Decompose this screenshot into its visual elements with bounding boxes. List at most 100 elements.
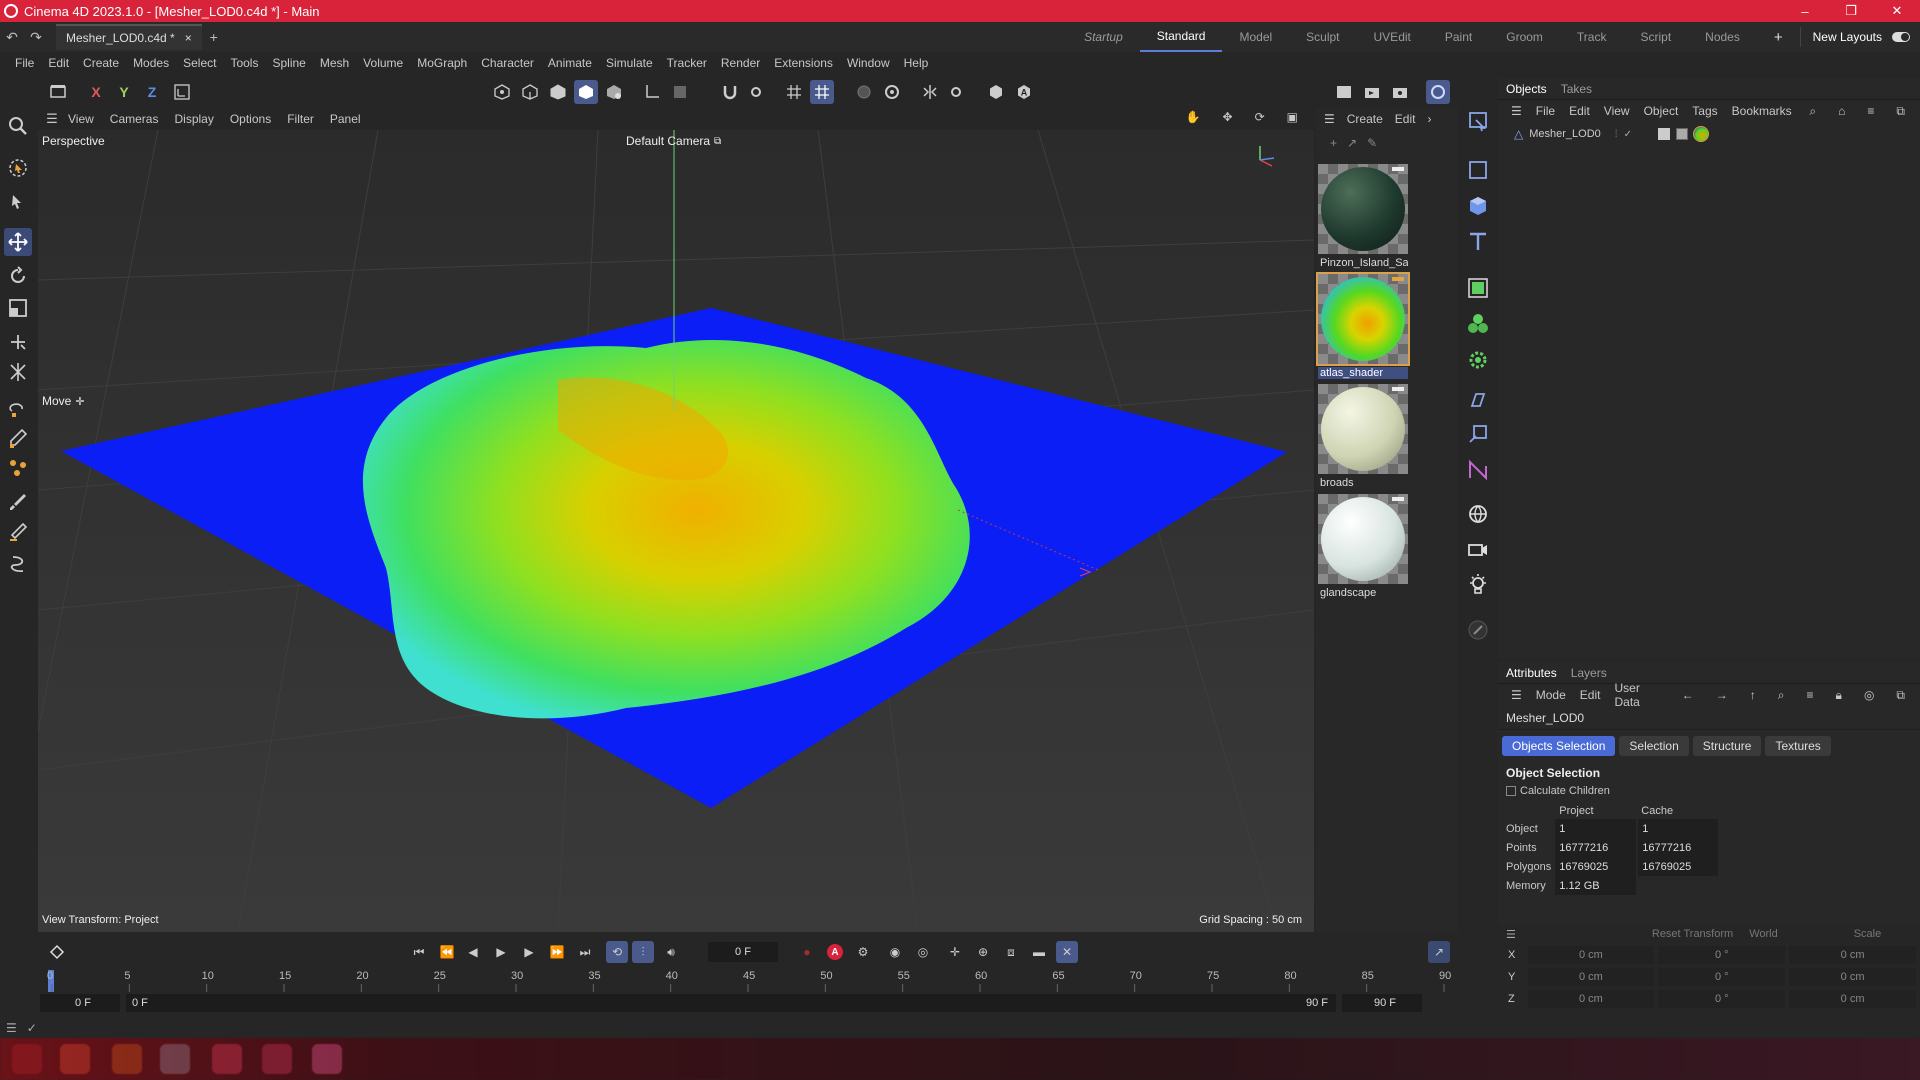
loop-icon[interactable]: ⟲ — [606, 941, 628, 963]
add-material-icon[interactable]: + — [1330, 136, 1337, 150]
tab-objects[interactable]: Objects — [1506, 82, 1547, 96]
rotation-y-field[interactable]: 0 ° — [1658, 968, 1786, 986]
text-icon[interactable] — [1464, 228, 1492, 256]
subtab-structure[interactable]: Structure — [1692, 736, 1762, 756]
null-object-icon[interactable] — [1464, 156, 1492, 184]
object-row-name[interactable]: Mesher_LOD0 — [1529, 128, 1601, 140]
live-selection-icon[interactable] — [4, 154, 32, 182]
key-position-icon[interactable]: ◉ — [884, 941, 906, 963]
object-menu-tags[interactable]: Tags — [1685, 104, 1724, 118]
material-tag-icon[interactable] — [1692, 126, 1709, 142]
sound-icon[interactable]: 🔊︎ — [660, 941, 682, 963]
sculpt-tool-icon[interactable] — [4, 550, 32, 578]
layout-tab-track[interactable]: Track — [1560, 22, 1624, 52]
cube-icon[interactable] — [1464, 192, 1492, 220]
move-tool-icon[interactable] — [4, 228, 32, 256]
close-window-button[interactable]: ✕ — [1874, 0, 1920, 22]
layout-tab-script[interactable]: Script — [1623, 22, 1688, 52]
viewport-menu-display[interactable]: Display — [166, 112, 221, 126]
layer-visibility-icon[interactable]: ⁞ — [1615, 129, 1618, 140]
subtab-objects-selection[interactable]: Objects Selection — [1502, 736, 1616, 756]
menu-mograph[interactable]: MoGraph — [410, 56, 474, 70]
attribute-menu-mode[interactable]: Mode — [1529, 688, 1573, 702]
object-menu-file[interactable]: File — [1529, 104, 1562, 118]
material-more-icon[interactable]: › — [1427, 112, 1431, 126]
subtab-textures[interactable]: Textures — [1765, 736, 1831, 756]
viewport-menu-options[interactable]: Options — [222, 112, 279, 126]
key-scale-icon[interactable]: ✛ — [944, 941, 966, 963]
object-new-window-icon[interactable]: ⧉ — [1889, 104, 1912, 119]
tab-attributes[interactable]: Attributes — [1506, 666, 1557, 680]
viewport-hamburger-icon[interactable]: ☰ — [44, 107, 60, 131]
viewport-canvas[interactable]: Perspective Default Camera ⧉ Move ✛ View… — [38, 130, 1314, 932]
taskbar-app-icon[interactable] — [12, 1044, 42, 1074]
position-y-field[interactable]: 0 cm — [1527, 968, 1655, 986]
toggle-layout-icon[interactable]: ▣ — [1279, 110, 1306, 124]
render-settings-icon[interactable] — [1388, 80, 1412, 104]
spline-tools-icon[interactable] — [4, 454, 32, 482]
object-menu-bookmarks[interactable]: Bookmarks — [1725, 104, 1799, 118]
viewport-menu-view[interactable]: View — [60, 112, 102, 126]
layout-tab-startup[interactable]: Startup — [1067, 22, 1140, 52]
key-settings-icon[interactable]: ⚙ — [852, 941, 874, 963]
preview-range-slider[interactable]: 0 F 90 F — [126, 994, 1336, 1012]
current-frame-field[interactable]: 0 F — [708, 942, 778, 962]
tweak-mode-icon[interactable] — [668, 80, 692, 104]
layout-tab-standard[interactable]: Standard — [1139, 22, 1223, 52]
dolly-icon[interactable]: ✥ — [1215, 110, 1241, 124]
document-tab-close-button[interactable]: × — [185, 31, 192, 45]
status-hamburger-icon[interactable]: ☰ — [6, 1021, 17, 1035]
polygons-mode-icon[interactable] — [546, 80, 570, 104]
scale-dropdown[interactable]: Scale — [1854, 928, 1882, 940]
menu-character[interactable]: Character — [474, 56, 541, 70]
x-axis-lock-button[interactable]: X — [84, 80, 108, 104]
model-mode-icon[interactable] — [574, 80, 598, 104]
material-edit-icon[interactable]: ✎ — [1367, 136, 1377, 150]
attribute-search-icon[interactable]: ⌕ — [1771, 688, 1792, 703]
camera-icon[interactable] — [1464, 536, 1492, 564]
transform-tool-icon[interactable] — [4, 328, 32, 356]
material-link-icon[interactable]: ↗ — [1347, 136, 1357, 150]
keyframe-icon[interactable] — [46, 941, 68, 963]
record-icon[interactable]: ● — [796, 941, 818, 963]
rotation-z-field[interactable]: 0 ° — [1658, 990, 1786, 1008]
object-row[interactable]: △ Mesher_LOD0 ⁞ ✓ — [1498, 124, 1920, 144]
camera-object-icon[interactable] — [1464, 420, 1492, 448]
object-hamburger-icon[interactable]: ☰ — [1504, 104, 1529, 118]
menu-simulate[interactable]: Simulate — [599, 56, 660, 70]
menu-help[interactable]: Help — [897, 56, 936, 70]
paint-brush-icon[interactable] — [4, 488, 32, 516]
layout-tab-uvedit[interactable]: UVEdit — [1357, 22, 1428, 52]
redo-icon[interactable]: ↷ — [24, 25, 48, 49]
orbit-icon[interactable]: ⟳ — [1247, 110, 1273, 124]
viewport-solo-icon[interactable] — [46, 80, 70, 104]
previous-frame-icon[interactable]: ◀ — [462, 941, 484, 963]
object-filter-icon[interactable]: ≡ — [1860, 104, 1881, 119]
render-to-picture-viewer-icon[interactable] — [1360, 80, 1384, 104]
lock-icon[interactable]: 🔒︎ — [1829, 688, 1849, 703]
attribute-new-window-icon[interactable]: ⧉ — [1889, 688, 1912, 703]
material-menu-edit[interactable]: Edit — [1395, 112, 1416, 126]
go-to-end-icon[interactable]: ⏭ — [574, 941, 596, 963]
auto-keying-icon[interactable]: A — [824, 941, 846, 963]
layout-tab-model[interactable]: Model — [1222, 22, 1289, 52]
end-frame-field[interactable]: 90 F — [1342, 994, 1422, 1012]
symmetry-icon[interactable] — [918, 80, 942, 104]
field-object-icon[interactable] — [1464, 456, 1492, 484]
rotate-tool-icon[interactable] — [4, 262, 32, 290]
checkbox-box[interactable] — [1506, 786, 1516, 796]
scale-tool-icon[interactable] — [4, 294, 32, 322]
mograph-cloner-icon[interactable] — [1464, 310, 1492, 338]
viewport-menu-filter[interactable]: Filter — [279, 112, 322, 126]
key-pla-icon[interactable]: ⧈ — [1000, 941, 1022, 963]
attribute-menu-edit[interactable]: Edit — [1573, 688, 1608, 702]
go-to-start-icon[interactable]: ⏮ — [408, 941, 430, 963]
timeline-ruler[interactable]: 0 5 10 15 20 25 30 35 40 45 50 55 60 65 70 75 80 85 90 — [38, 970, 1458, 992]
add-layout-button[interactable]: + — [1757, 22, 1800, 52]
forward-arrow-icon[interactable]: → — [1709, 688, 1735, 703]
layout-tab-paint[interactable]: Paint — [1428, 22, 1489, 52]
taskbar-app-icon[interactable] — [262, 1044, 292, 1074]
coordinate-hamburger-icon[interactable]: ☰ — [1506, 928, 1516, 941]
object-home-icon[interactable]: ⌂ — [1831, 104, 1852, 119]
viewport-menu-panel[interactable]: Panel — [322, 112, 369, 126]
